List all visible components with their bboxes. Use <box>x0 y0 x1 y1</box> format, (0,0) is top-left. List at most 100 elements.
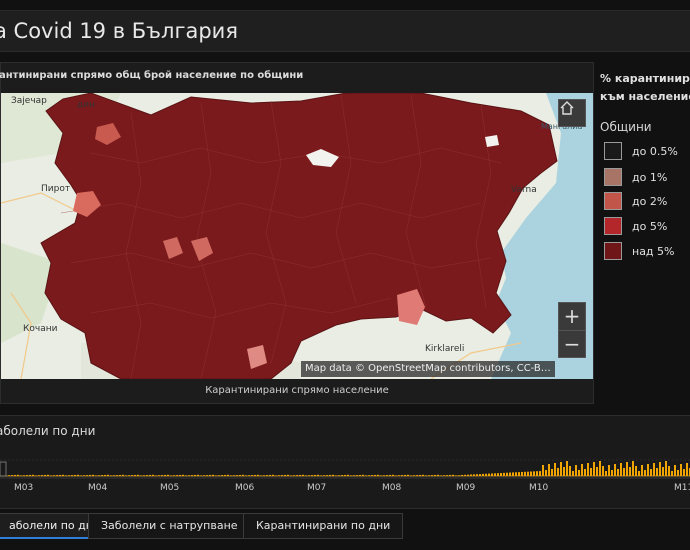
chart-bar <box>68 475 70 476</box>
chart-bar <box>35 475 37 476</box>
chart-bar <box>458 475 460 476</box>
chart-bar <box>554 463 556 476</box>
chart-bar <box>386 475 388 476</box>
chart-bar <box>659 462 661 476</box>
chart-bar <box>569 466 571 476</box>
zoom-in-button[interactable]: + <box>559 303 585 330</box>
chart-bar <box>107 474 109 476</box>
page-title: а Covid 19 в България <box>0 19 238 43</box>
chart-bar <box>176 475 178 476</box>
chart-bar <box>581 464 583 476</box>
chart-bar <box>122 474 124 476</box>
legend-group-label: Общини <box>600 120 652 134</box>
chart-bar <box>521 471 523 476</box>
chart-bar <box>347 474 349 476</box>
chart-bar <box>8 475 10 476</box>
chart-bar <box>608 465 610 476</box>
map-panel-title: антинирани спрямо общ брой население по … <box>0 70 304 81</box>
chart-bar <box>77 474 79 476</box>
chart-bar <box>590 468 592 476</box>
chart-bar <box>677 470 679 476</box>
chart-bar <box>275 475 277 476</box>
chart-bar <box>209 474 211 476</box>
chart-bar <box>50 475 52 476</box>
chart-bar <box>113 475 115 476</box>
chart-bar <box>383 475 385 476</box>
chart-bar <box>95 475 97 476</box>
chart-bar <box>578 470 580 476</box>
chart-bar <box>431 475 433 476</box>
dashboard: а Covid 19 в България антинирани спрямо … <box>0 0 690 550</box>
chart-bar <box>509 472 511 476</box>
legend-swatch <box>604 168 622 186</box>
zoom-out-button[interactable]: − <box>559 330 585 357</box>
chart-bar <box>203 475 205 476</box>
chart-bar <box>374 474 376 476</box>
chart-bar <box>299 474 301 476</box>
map-panel: антинирани спрямо общ брой население по … <box>0 62 594 404</box>
chart-bar <box>515 472 517 476</box>
chart-bar <box>572 471 574 476</box>
place-label-kirklareli: Kirklareli <box>425 344 464 354</box>
chart-bar <box>161 475 163 476</box>
tab-quarantined-daily[interactable]: Карантинирани по дни <box>243 513 404 539</box>
chart-bar <box>629 467 631 476</box>
chart-bar <box>86 475 88 476</box>
chart-bar <box>470 474 472 476</box>
month-tick: M06 <box>235 483 254 493</box>
chart-bar <box>11 475 13 476</box>
daily-cases-chart[interactable]: M03 M04 M05 M06 M07 M08 M09 M10 M11 <box>0 458 690 494</box>
map-attribution[interactable]: Map data © OpenStreetMap contributors, C… <box>301 361 555 377</box>
chart-scroll-handle[interactable] <box>0 461 7 477</box>
chart-bar <box>410 475 412 476</box>
chart-bars <box>8 461 690 476</box>
chart-bar <box>59 474 61 476</box>
chart-bar <box>428 475 430 476</box>
month-tick: M10 <box>529 483 548 493</box>
municipality-no-data[interactable] <box>485 135 499 147</box>
chart-bar <box>518 472 520 476</box>
chart-bar <box>545 470 547 476</box>
chart-bar <box>476 474 478 476</box>
chart-bar <box>371 475 373 476</box>
month-tick: M11 <box>674 483 690 493</box>
chart-bar <box>434 474 436 476</box>
chart-bar <box>188 475 190 476</box>
chart-bar <box>185 475 187 476</box>
chart-bar <box>461 474 463 476</box>
chart-bar <box>74 474 76 476</box>
chart-bar <box>455 475 457 476</box>
tab-cumulative-cases[interactable]: Заболели с натрупване <box>88 513 251 539</box>
map-view[interactable]: Зајечар дин Пирот Varna Кочани Kirklarel… <box>1 93 593 379</box>
chart-bar <box>191 475 193 476</box>
chart-bar <box>296 475 298 476</box>
chart-bar <box>485 473 487 476</box>
chart-bar <box>656 468 658 476</box>
chart-bar <box>230 475 232 476</box>
chart-bar <box>671 471 673 476</box>
chart-bar <box>47 474 49 476</box>
chart-bar <box>401 475 403 476</box>
chart-title: аболели по дни <box>0 424 96 438</box>
chart-bar <box>680 464 682 476</box>
chart-bar <box>26 475 28 476</box>
chart-bar <box>530 471 532 476</box>
chart-bar <box>497 473 499 476</box>
chart-bar <box>602 466 604 476</box>
chart-bar <box>17 474 19 476</box>
legend-swatch <box>604 217 622 235</box>
chart-bar <box>320 475 322 476</box>
chart-bar <box>170 475 172 476</box>
chart-bar <box>281 475 283 476</box>
chart-bar <box>308 475 310 476</box>
chart-bar <box>506 472 508 476</box>
chart-bar <box>92 474 94 476</box>
chart-bar <box>137 474 139 476</box>
chart-bar <box>368 475 370 476</box>
chart-bar <box>38 475 40 476</box>
chart-bar <box>101 475 103 476</box>
chart-bar <box>164 474 166 476</box>
home-button[interactable] <box>558 99 586 127</box>
legend-title-line1: % карантинир <box>600 72 690 85</box>
chart-bar <box>587 463 589 476</box>
